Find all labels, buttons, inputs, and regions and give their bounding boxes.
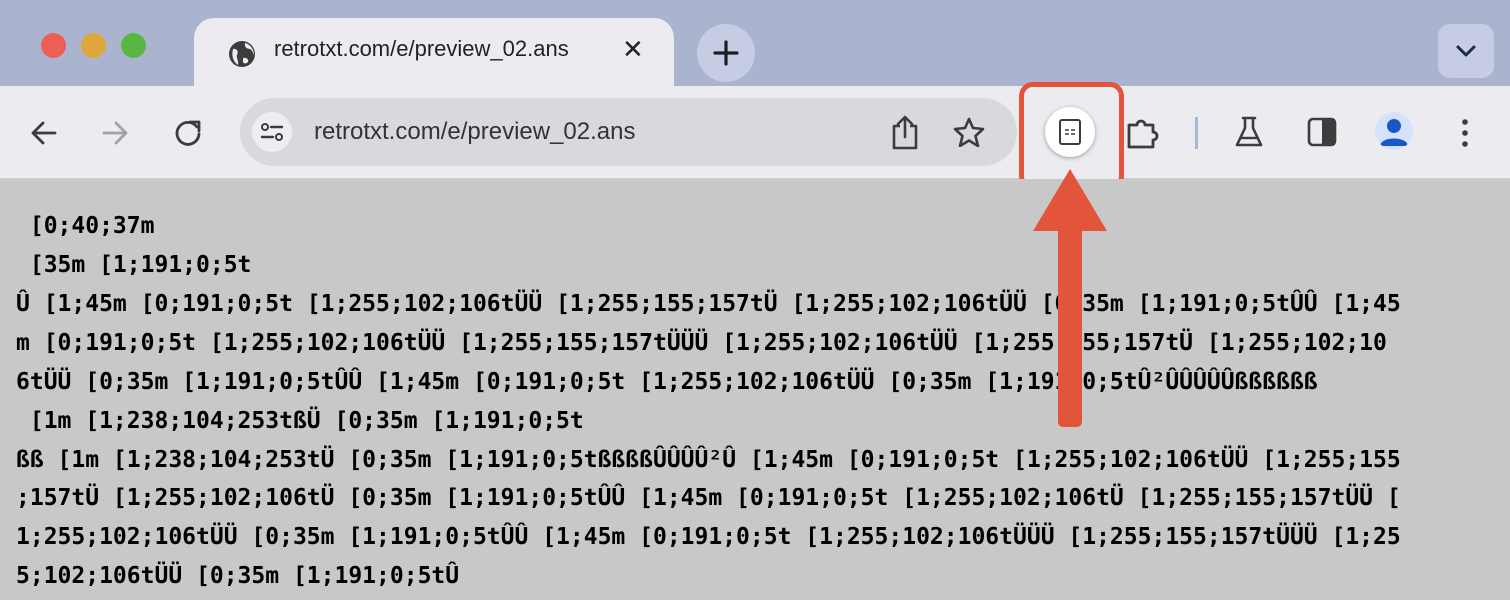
puzzle-icon[interactable] xyxy=(1124,114,1162,152)
pointer-arrow xyxy=(1033,169,1107,427)
window-close-button[interactable] xyxy=(41,33,66,58)
text-line: 6tÜÜ [0;35m [1;191;0;5tÛÛ [1;45m [0;191;… xyxy=(16,369,1318,395)
window-minimize-button[interactable] xyxy=(81,33,106,58)
tab-title: retrotxt.com/e/preview_02.ans xyxy=(274,36,569,61)
tune-icon xyxy=(260,123,284,141)
reader-mode-icon xyxy=(1059,119,1081,145)
address-bar[interactable]: retrotxt.com/e/preview_02.ans xyxy=(240,98,1017,166)
text-line: [35m [1;191;0;5t xyxy=(16,252,252,278)
close-icon[interactable]: ✕ xyxy=(622,36,644,62)
share-icon[interactable] xyxy=(890,114,920,150)
text-line: ;157tÜ [1;255;102;106tÜ [0;35m [1;191;0;… xyxy=(16,485,1401,511)
text-line: [0;40;37m xyxy=(16,213,155,239)
new-tab-button[interactable] xyxy=(697,24,755,82)
text-line: 1;255;102;106tÜÜ [0;35m [1;191;0;5tÛÛ [1… xyxy=(16,524,1401,550)
text-line: [1m [1;238;104;253tßÜ [0;35m [1;191;0;5t xyxy=(16,408,584,434)
text-line: 5;102;106tÜÜ [0;35m [1;191;0;5tÛ xyxy=(16,563,460,589)
window-zoom-button[interactable] xyxy=(121,33,146,58)
site-info-button[interactable] xyxy=(252,112,292,152)
profile-button[interactable] xyxy=(1375,112,1413,150)
tab-search-button[interactable] xyxy=(1438,24,1494,78)
side-panel-icon[interactable] xyxy=(1307,117,1337,147)
chevron-down-icon xyxy=(1456,45,1476,57)
avatar-icon xyxy=(1380,119,1408,146)
kebab-menu-icon[interactable] xyxy=(1455,117,1475,149)
page-content: [0;40;37m [35m [1;191;0;5t Û [1;45m [0;1… xyxy=(0,179,1510,600)
back-button[interactable] xyxy=(30,119,58,147)
star-icon[interactable] xyxy=(953,117,985,147)
browser-tab[interactable]: retrotxt.com/e/preview_02.ans ✕ xyxy=(194,18,674,86)
flask-icon[interactable] xyxy=(1233,115,1265,149)
browser-toolbar: retrotxt.com/e/preview_02.ans xyxy=(0,86,1510,179)
forward-button[interactable] xyxy=(101,119,129,147)
reader-mode-button[interactable] xyxy=(1045,107,1095,157)
text-line: ßß [1m [1;238;104;253tÜ [0;35m [1;191;0;… xyxy=(16,447,1401,473)
text-line: m [0;191;0;5t [1;255;102;106tÜÜ [1;255;1… xyxy=(16,330,1387,356)
tab-strip: retrotxt.com/e/preview_02.ans ✕ xyxy=(0,0,1510,86)
toolbar-divider xyxy=(1195,117,1198,149)
text-line: Û [1;45m [0;191;0;5t [1;255;102;106tÜÜ [… xyxy=(16,291,1401,317)
plus-icon xyxy=(713,40,739,66)
globe-icon xyxy=(229,41,255,67)
reload-button[interactable] xyxy=(173,118,203,148)
url-text[interactable]: retrotxt.com/e/preview_02.ans xyxy=(314,118,635,146)
